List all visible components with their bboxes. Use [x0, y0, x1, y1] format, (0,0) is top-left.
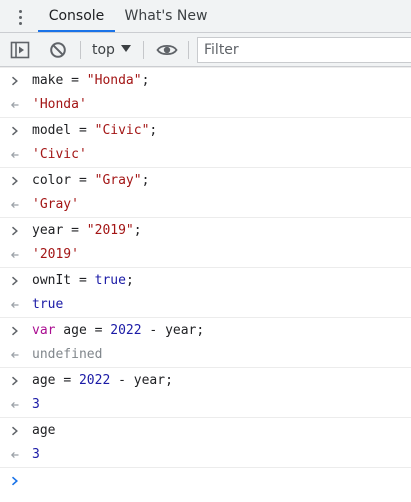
code-token: = — [78, 173, 95, 188]
console-result-value: true — [32, 297, 64, 312]
code-token: ; — [149, 123, 158, 138]
code-token: age — [32, 373, 64, 388]
console-input-row[interactable]: color = "Gray"; — [0, 167, 411, 192]
tab-whats-new[interactable]: What's New — [116, 0, 216, 32]
console-input-code: make = "Honda"; — [32, 68, 149, 93]
console-input-code: ownIt = true; — [32, 268, 134, 293]
console-input-row[interactable]: age = 2022 - year; — [0, 367, 411, 392]
code-token: 2022 — [110, 323, 142, 338]
console-input-row[interactable]: model = "Civic"; — [0, 117, 411, 142]
console-input-code: model = "Civic"; — [32, 118, 157, 143]
console-input-row[interactable]: make = "Honda"; — [0, 67, 411, 92]
code-token: = — [71, 73, 87, 88]
chevron-right-icon — [10, 418, 22, 443]
prompt-chevron-icon — [10, 468, 22, 493]
arrow-left-icon — [10, 442, 22, 467]
clear-console-icon[interactable] — [48, 41, 68, 59]
tab-console[interactable]: Console — [38, 0, 115, 32]
eye-icon[interactable] — [156, 41, 178, 59]
code-token: = — [78, 123, 95, 138]
arrow-left-icon — [10, 142, 22, 167]
console-result-value: 3 — [32, 397, 40, 412]
console-result-row: true — [0, 292, 411, 317]
code-token: true — [94, 273, 126, 288]
code-token: var — [32, 323, 56, 338]
devtools-tab-bar: Console What's New — [0, 0, 411, 33]
console-result-row: '2019' — [0, 242, 411, 267]
chevron-right-icon — [10, 218, 22, 243]
console-prompt[interactable] — [0, 467, 411, 493]
console-input-code: var age = 2022 - year; — [32, 318, 204, 343]
chevron-right-icon — [10, 318, 22, 343]
console-result-row: 'Civic' — [0, 142, 411, 167]
code-token: "Gray" — [94, 173, 142, 188]
console-result-value: undefined — [32, 347, 103, 362]
code-token: - year; — [141, 323, 205, 338]
chevron-right-icon — [10, 368, 22, 393]
filter-input[interactable] — [197, 37, 411, 63]
console-result-value: 'Civic' — [32, 147, 87, 162]
code-token: = — [71, 223, 87, 238]
arrow-left-icon — [10, 192, 22, 217]
console-input-row[interactable]: ownIt = true; — [0, 267, 411, 292]
code-token: model — [32, 123, 79, 138]
console-input-row[interactable]: year = "2019"; — [0, 217, 411, 242]
console-messages: make = "Honda"; 'Honda' model = "Civic"; 'C… — [0, 67, 411, 502]
code-token: "Honda" — [86, 73, 142, 88]
console-result-value: 'Honda' — [32, 97, 87, 112]
code-token: "Civic" — [94, 123, 150, 138]
console-input-row[interactable]: age — [0, 417, 411, 442]
console-result-row: 3 — [0, 442, 411, 467]
console-result-value: '2019' — [32, 247, 79, 262]
code-token: = — [63, 373, 79, 388]
code-token: make — [32, 73, 72, 88]
console-input-code: color = "Gray"; — [32, 168, 149, 193]
arrow-left-icon — [10, 392, 22, 417]
toolbar-divider — [80, 41, 81, 59]
code-token: year — [32, 223, 72, 238]
more-vertical-icon[interactable] — [13, 7, 29, 27]
code-token: ; — [133, 223, 142, 238]
console-input-code: year = "2019"; — [32, 218, 142, 243]
code-token: 2022 — [78, 373, 111, 388]
code-token: = — [94, 323, 111, 338]
code-token: color — [32, 173, 79, 188]
arrow-left-icon — [10, 242, 22, 267]
chevron-right-icon — [10, 168, 22, 193]
arrow-left-icon — [10, 92, 22, 117]
console-result-row: undefined — [0, 342, 411, 367]
console-toolbar: top — [0, 33, 411, 67]
console-input-row[interactable]: var age = 2022 - year; — [0, 317, 411, 342]
code-token: = — [78, 273, 95, 288]
context-selector[interactable]: top — [92, 40, 115, 60]
console-result-value: 3 — [32, 447, 40, 462]
arrow-left-icon — [10, 292, 22, 317]
console-input-code: age — [32, 418, 55, 443]
sidebar-toggle-icon[interactable] — [10, 41, 30, 59]
code-token: ; — [141, 173, 150, 188]
console-result-value: 'Gray' — [32, 197, 79, 212]
code-token: "2019" — [86, 223, 134, 238]
code-token: age — [55, 323, 95, 338]
code-token: age — [32, 423, 56, 438]
code-token: ; — [125, 273, 134, 288]
console-input-code: age = 2022 - year; — [32, 368, 173, 393]
console-result-row: 'Honda' — [0, 92, 411, 117]
code-token: ; — [141, 73, 150, 88]
caret-down-icon[interactable] — [121, 45, 131, 52]
arrow-left-icon — [10, 342, 22, 367]
toolbar-divider — [143, 41, 144, 59]
console-result-row: 3 — [0, 392, 411, 417]
console-result-row: 'Gray' — [0, 192, 411, 217]
chevron-right-icon — [10, 268, 22, 293]
code-token: - year; — [110, 373, 173, 388]
chevron-right-icon — [10, 68, 22, 93]
toolbar-divider — [188, 41, 189, 59]
code-token: ownIt — [32, 273, 79, 288]
chevron-right-icon — [10, 118, 22, 143]
